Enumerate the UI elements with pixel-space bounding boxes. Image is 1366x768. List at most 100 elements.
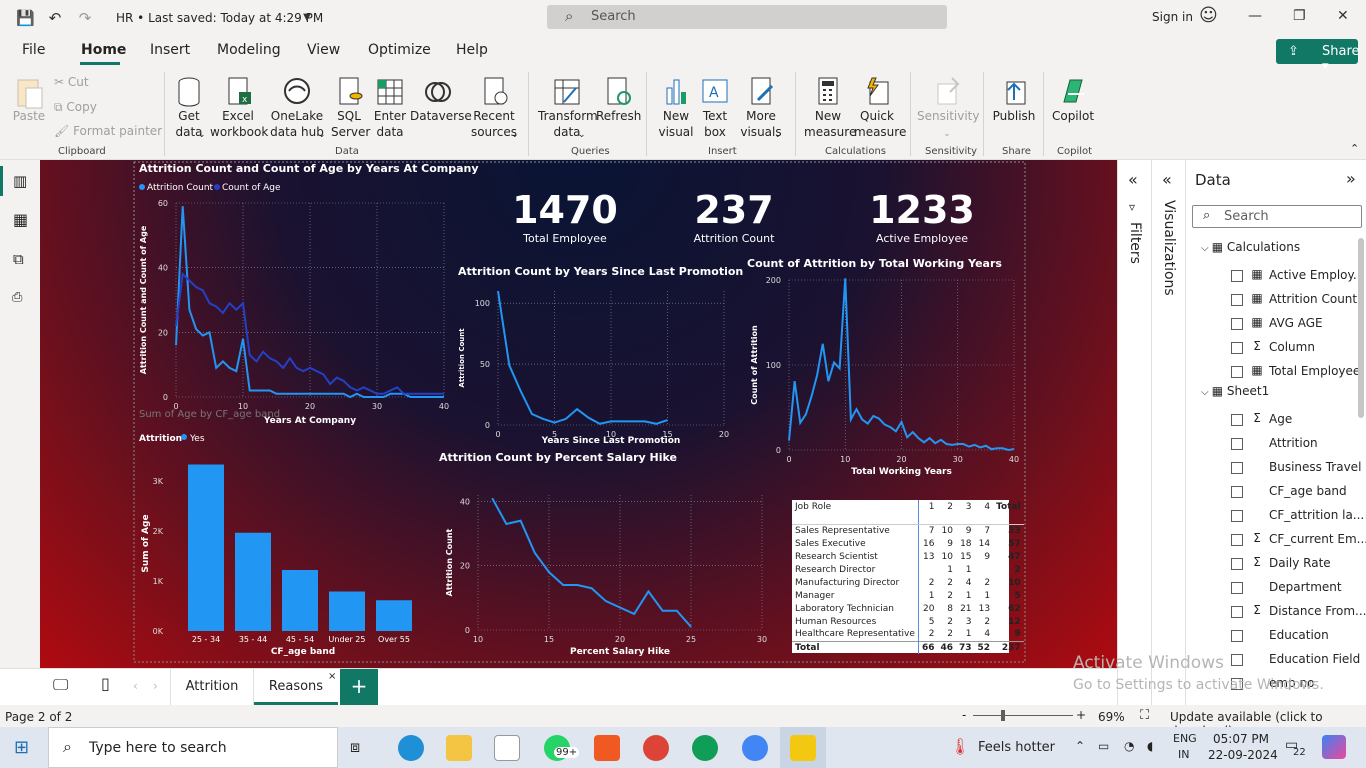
wifi-icon[interactable]: ◔ — [1124, 739, 1134, 753]
format-painter-button[interactable]: 🖌 Format painter — [54, 123, 162, 139]
new-measure-button[interactable]: New measure — [804, 76, 856, 140]
tab-file[interactable]: File — [22, 42, 45, 58]
field-checkbox[interactable] — [1231, 606, 1243, 618]
matrix-row[interactable]: Manager 1 2 1 1 5 — [792, 589, 1024, 602]
tab-help[interactable]: Help — [456, 42, 488, 58]
matrix-row[interactable]: Human Resources 5 2 3 2 12 — [792, 615, 1024, 628]
field-checkbox[interactable] — [1231, 342, 1243, 354]
matrix-row-header-label[interactable]: Job Role — [792, 500, 919, 525]
chrome-g-icon[interactable] — [742, 735, 768, 761]
search-box[interactable]: ⌕ Search — [547, 5, 947, 29]
brave-icon[interactable] — [594, 735, 620, 761]
sign-in-link[interactable]: Sign in — [1152, 10, 1193, 24]
field-checkbox[interactable] — [1231, 462, 1243, 474]
matrix-column-header[interactable]: 1 — [918, 500, 938, 525]
more-visuals-button[interactable]: More visuals ⌄ — [738, 76, 784, 140]
store-icon[interactable] — [494, 735, 520, 761]
refresh-button[interactable]: Refresh — [596, 76, 641, 124]
windows-start-icon[interactable]: ⊞ — [14, 737, 29, 758]
zoom-slider[interactable] — [973, 715, 1073, 716]
tab-insert[interactable]: Insert — [150, 42, 190, 58]
language-bottom[interactable]: IN — [1178, 748, 1189, 761]
field-checkbox[interactable] — [1231, 414, 1243, 426]
matrix-row[interactable]: Manufacturing Director 2 2 4 2 10 — [792, 576, 1024, 589]
weather-text[interactable]: Feels hotter — [978, 740, 1055, 755]
dataverse-button[interactable]: Dataverse — [410, 76, 472, 124]
field-checkbox[interactable] — [1231, 438, 1243, 450]
page-tab-reasons[interactable]: Reasons × — [254, 669, 338, 705]
field-item[interactable]: Attrition — [1186, 432, 1366, 456]
matrix-row[interactable]: Healthcare Representative 2 2 1 4 9 — [792, 628, 1024, 641]
chrome-profile-icon[interactable] — [692, 735, 718, 761]
table-view-icon[interactable]: ▦ — [13, 210, 28, 229]
onelake-button[interactable]: OneLake data hub ⌄ — [268, 76, 326, 140]
scroll-right-icon[interactable]: › — [153, 679, 158, 693]
field-item[interactable]: CF_age band — [1186, 480, 1366, 504]
field-item[interactable]: ▦ AVG AGE — [1186, 312, 1366, 336]
field-item[interactable]: Department — [1186, 576, 1366, 600]
tab-home[interactable]: Home — [81, 42, 126, 58]
field-checkbox[interactable] — [1231, 510, 1243, 522]
dax-query-view-icon[interactable]: ⎙ — [12, 290, 22, 305]
tab-optimize[interactable]: Optimize — [368, 42, 431, 58]
get-data-button[interactable]: Get data ⌄ — [170, 76, 208, 140]
matrix-column-header[interactable]: Total — [993, 500, 1024, 525]
data-search-input[interactable]: ⌕ Search — [1192, 205, 1362, 228]
matrix-row[interactable]: Research Scientist 13 10 15 9 47 — [792, 550, 1024, 563]
matrix-column-header[interactable]: 2 — [937, 500, 956, 525]
filters-pane[interactable]: « ▿ Filters — [1117, 160, 1151, 705]
mobile-layout-icon[interactable]: ▯ — [101, 674, 110, 693]
field-item[interactable]: Σ Column — [1186, 336, 1366, 360]
collapse-visualizations-icon[interactable]: « — [1162, 170, 1172, 189]
add-page-button[interactable]: + — [340, 669, 378, 705]
volume-icon[interactable]: ◖ — [1147, 739, 1153, 753]
copilot-taskbar-icon[interactable] — [1322, 735, 1346, 759]
tab-view[interactable]: View — [307, 42, 340, 58]
desktop-layout-icon[interactable]: 🖵 — [53, 675, 68, 695]
collapse-ribbon-icon[interactable]: ⌃ — [1350, 142, 1359, 155]
account-icon[interactable]: ☺ — [1199, 7, 1218, 25]
fit-to-page-icon[interactable]: ⛶ — [1140, 708, 1149, 723]
matrix-row[interactable]: Sales Representative 7 10 9 7 33 — [792, 524, 1024, 537]
copilot-button[interactable]: Copilot — [1050, 76, 1096, 124]
paste-button[interactable]: Paste — [12, 76, 46, 124]
matrix-row[interactable]: Laboratory Technician 20 8 21 13 62 — [792, 602, 1024, 615]
field-checkbox[interactable] — [1231, 270, 1243, 282]
maximize-icon[interactable]: ❐ — [1293, 8, 1306, 24]
field-item[interactable]: Σ CF_current Em... — [1186, 528, 1366, 552]
collapse-filters-icon[interactable]: « — [1128, 170, 1138, 189]
matrix-column-header[interactable]: 4 — [974, 500, 994, 525]
field-item[interactable]: CF_attrition la... — [1186, 504, 1366, 528]
visualizations-pane[interactable]: « Visualizations — [1151, 160, 1185, 705]
field-checkbox[interactable] — [1231, 582, 1243, 594]
matrix-row[interactable]: Research Director 1 1 2 — [792, 563, 1024, 576]
kpi-total-employee[interactable]: 1470 Total Employee — [505, 188, 625, 245]
scrollbar-thumb[interactable] — [1358, 238, 1364, 418]
close-icon[interactable]: ✕ — [1337, 8, 1349, 24]
field-checkbox[interactable] — [1231, 318, 1243, 330]
text-box-button[interactable]: A Text box — [698, 76, 732, 140]
recent-sources-button[interactable]: Recent sources ⌄ — [467, 76, 521, 140]
field-item[interactable]: ▦ Total Employee — [1186, 360, 1366, 384]
save-icon[interactable]: 💾 — [16, 9, 35, 27]
sensitivity-button[interactable]: Sensitivity ⌄ — [917, 76, 979, 142]
field-checkbox[interactable] — [1231, 534, 1243, 546]
scroll-left-icon[interactable]: ‹ — [133, 679, 138, 693]
quick-measure-button[interactable]: Quick measure — [854, 76, 906, 140]
task-view-icon[interactable]: ⧈ — [350, 737, 360, 757]
matrix-total-row[interactable]: Total 66 46 73 52 237 — [792, 640, 1024, 654]
job-role-matrix[interactable]: Job Role 1 2 3 4 Total Sales Representative 7 10… — [792, 500, 1024, 654]
language-top[interactable]: ENG — [1173, 732, 1197, 745]
field-item[interactable]: ▦ Attrition Count — [1186, 288, 1366, 312]
enter-data-button[interactable]: Enter data — [372, 76, 408, 140]
cut-button[interactable]: ✂ Cut — [54, 74, 89, 90]
tab-modeling[interactable]: Modeling — [217, 42, 281, 58]
field-item[interactable]: Education — [1186, 624, 1366, 648]
matrix-column-header[interactable]: 3 — [956, 500, 975, 525]
document-title[interactable]: HR • Last saved: Today at 4:29 PM — [116, 11, 323, 25]
matrix-row[interactable]: Sales Executive 16 9 18 14 57 — [792, 537, 1024, 550]
new-visual-button[interactable]: New visual — [656, 76, 696, 140]
minimize-icon[interactable]: — — [1248, 8, 1262, 24]
kpi-active-employee[interactable]: 1233 Active Employee — [862, 188, 982, 245]
page-tab-attrition[interactable]: Attrition — [170, 669, 254, 705]
